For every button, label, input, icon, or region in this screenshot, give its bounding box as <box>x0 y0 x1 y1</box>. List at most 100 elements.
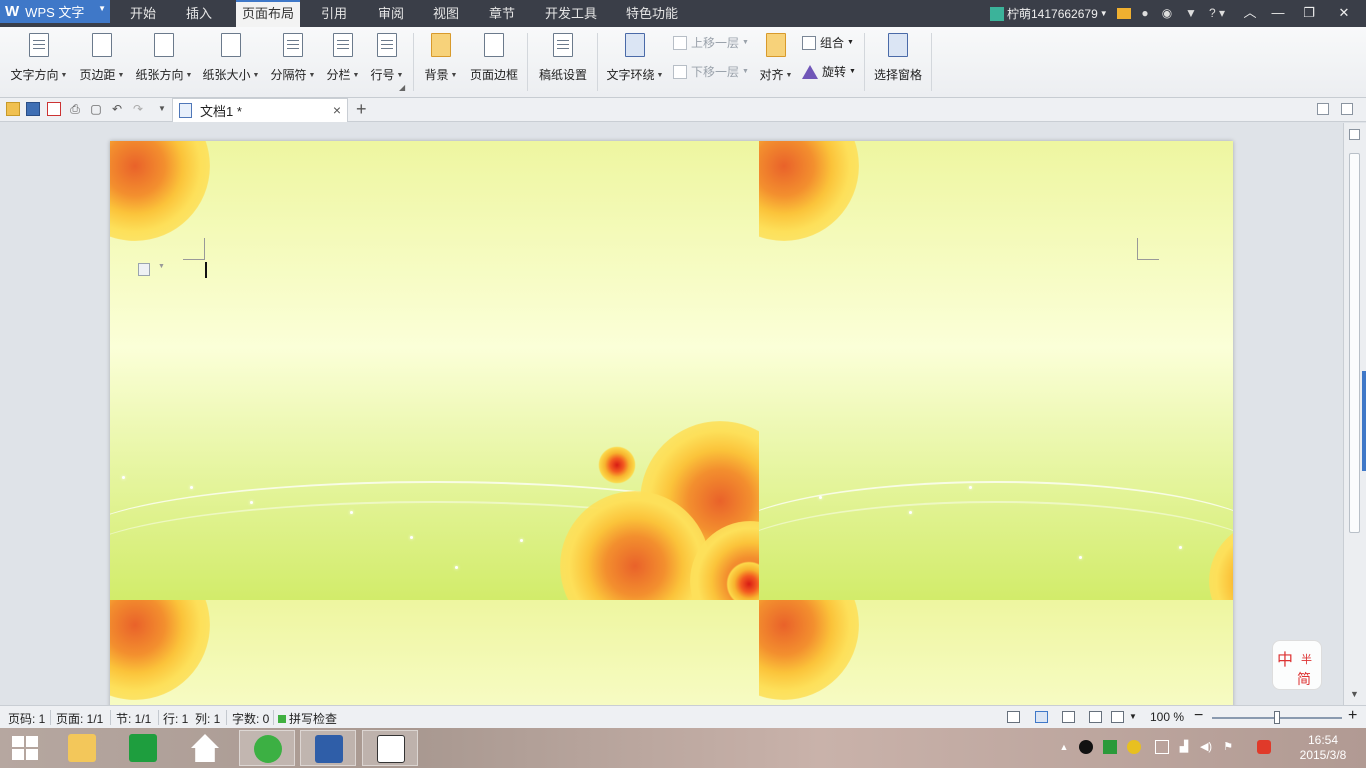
tab-developer[interactable]: 开发工具 <box>539 0 603 27</box>
margins-button[interactable]: 页边距 ▼ <box>76 33 128 93</box>
section-number[interactable]: 节: 1/1 <box>116 710 151 727</box>
help-icon[interactable]: ? ▾ <box>1206 6 1228 20</box>
qq-icon[interactable] <box>1079 740 1093 754</box>
sogou-ime-icon[interactable] <box>1257 740 1271 754</box>
tab-review[interactable]: 审阅 <box>372 0 410 27</box>
flag-icon[interactable]: ⚑ <box>1221 740 1235 754</box>
tab-chapter[interactable]: 章节 <box>483 0 521 27</box>
chevron-down-icon[interactable]: ▼ <box>158 263 165 270</box>
spell-check-button[interactable]: 拼写检查 <box>278 710 337 727</box>
paper-size-button[interactable]: 纸张大小 ▼ <box>200 33 262 93</box>
manuscript-settings-button[interactable]: 稿纸设置 <box>534 33 592 93</box>
app-menu-button[interactable]: W WPS 文字 ▼ <box>0 0 110 23</box>
print-preview-icon[interactable]: ▢ <box>89 102 103 116</box>
document-page[interactable]: ▼ <box>110 141 1233 705</box>
tshirt-icon[interactable]: ▼ <box>1184 6 1198 20</box>
page-view-icon[interactable] <box>1035 711 1048 723</box>
close-tab-icon[interactable]: × <box>333 102 341 118</box>
flower-decoration <box>759 141 859 241</box>
sparkle <box>455 566 458 569</box>
zoom-level[interactable]: 100 % <box>1150 710 1184 724</box>
redo-icon[interactable]: ↷ <box>131 102 145 116</box>
page-count[interactable]: 页面: 1/1 <box>56 710 103 727</box>
scroll-split-icon[interactable] <box>1349 129 1360 140</box>
page-number[interactable]: 页码: 1 <box>8 710 45 727</box>
column-number[interactable]: 列: 1 <box>195 710 220 727</box>
word-count[interactable]: 字数: 0 <box>232 710 269 727</box>
user-account[interactable]: 柠萌1417662679 ▼ <box>990 5 1108 22</box>
page-setup-dialog-launcher[interactable]: ◢ <box>399 83 405 92</box>
tab-list-icon[interactable] <box>1317 103 1329 115</box>
show-hidden-icons[interactable]: ▲ <box>1057 740 1071 754</box>
zoom-slider-thumb[interactable] <box>1274 711 1280 724</box>
taskbar-home[interactable] <box>177 730 233 766</box>
side-panel-toggle[interactable] <box>1362 371 1366 471</box>
vertical-scrollbar[interactable]: ▼ <box>1343 123 1366 705</box>
flower-decoration <box>598 446 636 484</box>
breaks-button[interactable]: 分隔符 ▼ <box>267 33 319 93</box>
feedback-icon[interactable]: ◉ <box>1160 6 1174 20</box>
background-button[interactable]: 背景 ▼ <box>421 33 461 93</box>
group-button[interactable]: 组合 ▼ <box>802 33 854 53</box>
customize-toolbar-icon[interactable]: ▼ <box>155 102 169 116</box>
tab-special[interactable]: 特色功能 <box>620 0 684 27</box>
chevron-down-icon[interactable]: ▼ <box>1129 712 1137 721</box>
document-workspace[interactable]: ▼ <box>0 123 1343 705</box>
undo-icon[interactable]: ↶ <box>110 102 124 116</box>
close-icon[interactable]: ✕ <box>1333 3 1355 23</box>
text-direction-button[interactable]: 文字方向 ▼ <box>8 33 70 93</box>
reading-view-icon[interactable] <box>1111 711 1124 723</box>
page-border-button[interactable]: 页面边框 <box>467 33 521 93</box>
paragraph-layout-icon[interactable] <box>138 263 150 276</box>
restore-icon[interactable]: ❐ <box>1298 3 1320 23</box>
skin-icon[interactable]: ● <box>1138 6 1152 20</box>
bring-forward-icon <box>673 36 687 50</box>
scrollbar-thumb[interactable] <box>1349 153 1360 533</box>
mail-icon[interactable] <box>1117 8 1131 19</box>
align-button[interactable]: 对齐 ▼ <box>756 33 796 93</box>
columns-button[interactable]: 分栏 ▼ <box>324 33 362 93</box>
taskbar-explorer[interactable] <box>54 730 110 766</box>
battery-icon[interactable] <box>1155 740 1169 754</box>
collapse-ribbon-icon[interactable]: ︿ <box>1239 3 1261 23</box>
tab-view[interactable]: 视图 <box>427 0 465 27</box>
orientation-button[interactable]: 纸张方向 ▼ <box>133 33 195 93</box>
taskbar-browser[interactable] <box>239 730 295 766</box>
new-tab-icon[interactable]: + <box>356 99 367 120</box>
taskbar-wps-writer[interactable] <box>300 730 356 766</box>
tab-insert[interactable]: 插入 <box>180 0 218 27</box>
print-icon[interactable]: ⎙ <box>68 102 82 116</box>
tab-page-layout[interactable]: 页面布局 <box>236 0 301 27</box>
selection-pane-button[interactable]: 选择窗格 <box>871 33 925 93</box>
document-tab[interactable]: 文档1 * × <box>172 98 348 122</box>
row-number[interactable]: 行: 1 <box>163 710 188 727</box>
send-backward-button[interactable]: 下移一层 ▼ <box>673 62 749 82</box>
text-wrap-button[interactable]: 文字环绕 ▼ <box>604 33 666 93</box>
outline-view-icon[interactable] <box>1062 711 1075 723</box>
manuscript-icon <box>553 33 573 57</box>
sparkle <box>122 476 125 479</box>
open-folder-icon[interactable] <box>6 102 20 116</box>
save-icon[interactable] <box>26 102 40 116</box>
rotate-button[interactable]: 旋转 ▼ <box>802 62 856 82</box>
minimize-icon[interactable]: — <box>1267 3 1289 23</box>
zoom-out-icon[interactable]: − <box>1194 707 1203 725</box>
taskbar-store[interactable] <box>115 730 171 766</box>
web-view-icon[interactable] <box>1089 711 1102 723</box>
tab-references[interactable]: 引用 <box>315 0 353 27</box>
ime-status-widget[interactable]: 中 半 简 <box>1272 640 1322 690</box>
windows-start-icon[interactable] <box>12 736 38 760</box>
fullscreen-view-icon[interactable] <box>1007 711 1020 723</box>
tab-close-all-icon[interactable] <box>1341 103 1353 115</box>
tab-home[interactable]: 开始 <box>124 0 162 27</box>
zoom-in-icon[interactable]: + <box>1348 707 1357 725</box>
cloud-icon[interactable] <box>1127 740 1141 754</box>
taskbar-image-app[interactable] <box>362 730 418 766</box>
network-icon[interactable]: ▟ <box>1177 740 1191 754</box>
scroll-down-icon[interactable]: ▼ <box>1350 689 1359 699</box>
system-clock[interactable]: 16:54 2015/3/8 <box>1290 733 1356 763</box>
security-shield-icon[interactable] <box>1103 740 1117 754</box>
bring-forward-button[interactable]: 上移一层 ▼ <box>673 33 749 53</box>
export-pdf-icon[interactable] <box>47 102 61 116</box>
volume-icon[interactable]: ◀) <box>1199 740 1213 754</box>
